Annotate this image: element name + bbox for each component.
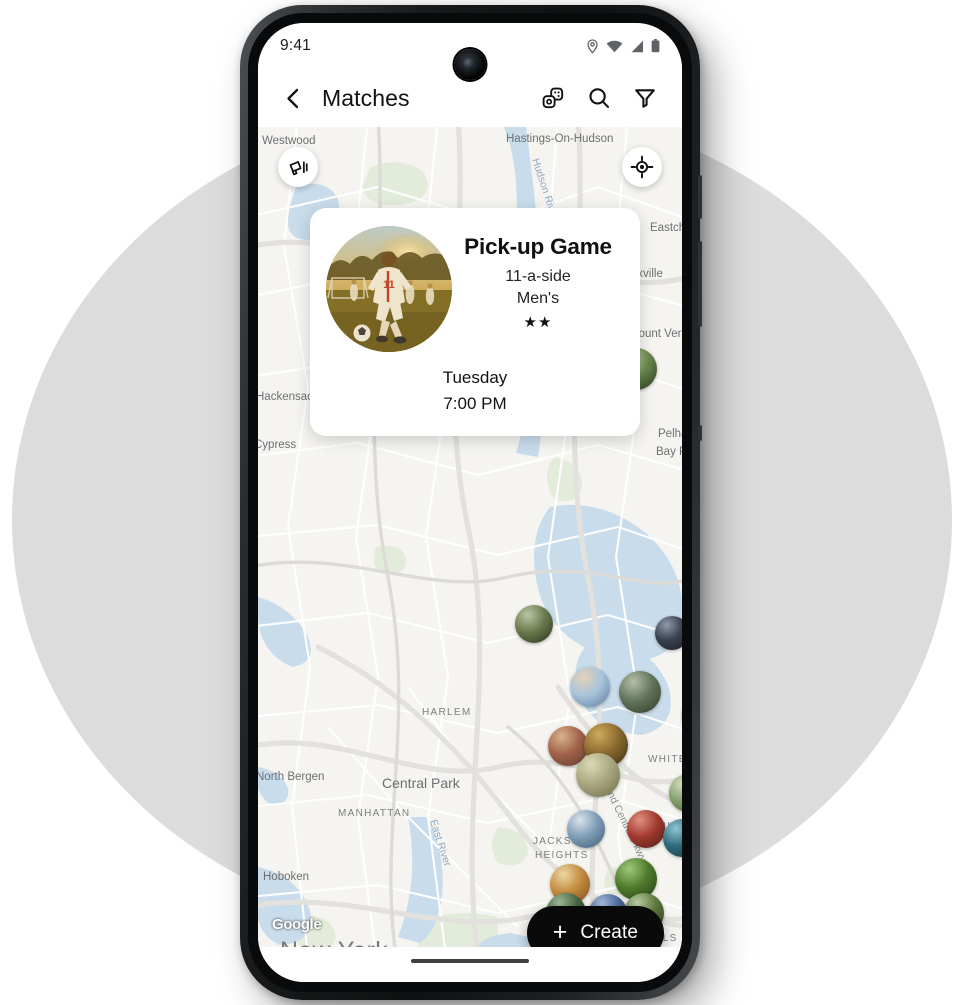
match-format: 11-a-side	[505, 267, 571, 285]
map-marker[interactable]	[570, 667, 610, 707]
cellular-signal-icon	[630, 40, 644, 53]
match-info-card[interactable]: 11 Pick-up Game 11-a-side Men's ★★ Tuesd…	[310, 208, 640, 436]
power-button[interactable]	[698, 175, 702, 219]
card-schedule: Tuesday 7:00 PM	[326, 368, 624, 414]
home-indicator[interactable]	[411, 959, 529, 963]
plus-icon: +	[552, 917, 568, 946]
battery-icon	[651, 39, 660, 53]
google-attribution: Google	[272, 916, 322, 933]
map-marker[interactable]	[619, 671, 661, 713]
back-button[interactable]	[278, 83, 308, 113]
location-pin-icon	[586, 38, 599, 54]
dice-icon[interactable]	[536, 81, 570, 115]
soccer-player-photo: 11	[326, 226, 452, 352]
page-title: Matches	[322, 84, 410, 111]
volume-button[interactable]	[698, 241, 702, 327]
wifi-icon	[606, 40, 623, 53]
create-button-label: Create	[580, 922, 638, 943]
map-marker[interactable]	[576, 753, 620, 797]
match-time: 7:00 PM	[443, 394, 507, 413]
status-time: 9:41	[280, 37, 311, 54]
map-marker[interactable]	[567, 810, 605, 848]
match-title: Pick-up Game	[464, 234, 612, 259]
match-photo: 11	[326, 226, 452, 352]
camera-cutout	[454, 49, 486, 80]
status-icons	[586, 38, 660, 54]
my-location-icon[interactable]	[622, 147, 662, 187]
map-marker[interactable]	[655, 616, 682, 650]
megaphone-icon[interactable]	[278, 147, 318, 187]
map-marker[interactable]	[627, 810, 665, 848]
phone-device: 9:41 Matches Westwood Hastings-On-Hudson…	[240, 5, 702, 1000]
filter-icon[interactable]	[628, 81, 662, 115]
phone-screen: 9:41 Matches Westwood Hastings-On-Hudson…	[258, 23, 682, 982]
system-nav-bar	[258, 947, 682, 982]
card-top-row: 11 Pick-up Game 11-a-side Men's ★★	[326, 226, 624, 352]
card-info: Pick-up Game 11-a-side Men's ★★	[452, 226, 624, 331]
match-gender: Men's	[516, 289, 560, 307]
map-marker[interactable]	[515, 605, 553, 643]
match-rating: ★★	[523, 313, 553, 331]
search-icon[interactable]	[582, 81, 616, 115]
match-day: Tuesday	[442, 368, 508, 387]
side-button[interactable]	[698, 425, 702, 441]
